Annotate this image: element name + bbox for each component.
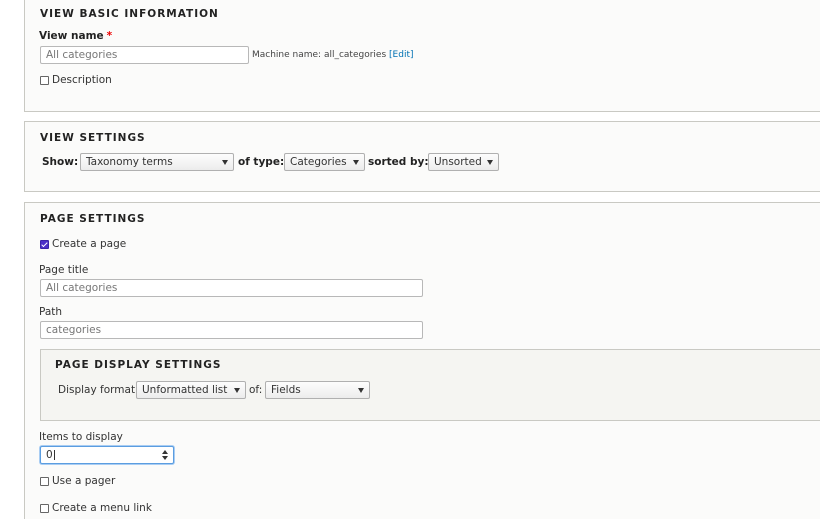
view-name-input[interactable]: All categories: [40, 46, 249, 64]
create-menu-link-checkbox[interactable]: [40, 504, 49, 513]
show-select-value: Taxonomy terms: [86, 156, 173, 168]
view-name-label-text: View name: [39, 30, 104, 42]
show-select[interactable]: Taxonomy terms: [80, 153, 234, 171]
display-format-value: Unformatted list: [142, 384, 228, 396]
views-wizard-form: VIEW BASIC INFORMATION View name * All ca…: [0, 0, 820, 519]
use-pager-checkbox[interactable]: [40, 477, 49, 486]
create-page-checkbox[interactable]: [40, 240, 49, 249]
items-to-display-input[interactable]: 0: [40, 446, 174, 464]
chevron-down-icon: [222, 160, 228, 165]
machine-name-text: Machine name: all_categories: [252, 50, 387, 60]
of-type-label: of type:: [238, 156, 285, 168]
chevron-down-icon: [234, 388, 240, 393]
page-settings-legend: PAGE SETTINGS: [40, 213, 146, 225]
chevron-down-icon: [487, 160, 493, 165]
display-format-label: Display format:: [58, 384, 139, 396]
page-display-legend: PAGE DISPLAY SETTINGS: [55, 359, 222, 371]
display-format-select[interactable]: Unformatted list: [136, 381, 246, 399]
view-settings-legend: VIEW SETTINGS: [40, 132, 146, 144]
create-page-label: Create a page: [52, 238, 127, 250]
machine-name-edit-link[interactable]: [Edit]: [389, 50, 413, 60]
path-input[interactable]: categories: [40, 321, 423, 339]
of-type-select-value: Categories: [290, 156, 347, 168]
page-title-label: Page title: [39, 264, 89, 276]
sorted-by-select-value: Unsorted: [434, 156, 482, 168]
use-pager-label: Use a pager: [52, 475, 116, 487]
chevron-down-icon: [358, 388, 364, 393]
required-mark: *: [106, 30, 113, 42]
page-title-input[interactable]: All categories: [40, 279, 423, 297]
sorted-by-label: sorted by:: [368, 156, 429, 168]
chevron-down-icon: [353, 160, 359, 165]
basic-info-legend: VIEW BASIC INFORMATION: [40, 8, 219, 20]
of-select[interactable]: Fields: [265, 381, 370, 399]
view-name-label: View name *: [39, 30, 112, 42]
items-value: 0: [46, 449, 53, 461]
sorted-by-select[interactable]: Unsorted: [428, 153, 499, 171]
path-label: Path: [39, 306, 63, 318]
spinner-down-icon: [162, 456, 168, 460]
of-select-value: Fields: [271, 384, 301, 396]
basic-info-fieldset: VIEW BASIC INFORMATION View name * All ca…: [24, 0, 820, 112]
of-label: of:: [249, 384, 263, 396]
page-settings-fieldset: PAGE SETTINGS Create a page Page title A…: [24, 202, 820, 519]
items-to-display-label: Items to display: [39, 431, 123, 443]
create-menu-link-label: Create a menu link: [52, 502, 152, 514]
description-checkbox[interactable]: [40, 76, 49, 85]
view-settings-fieldset: VIEW SETTINGS Show: Taxonomy terms of ty…: [24, 121, 820, 192]
of-type-select[interactable]: Categories: [284, 153, 365, 171]
spinner-up-icon: [162, 450, 168, 454]
description-label: Description: [52, 74, 112, 86]
spinner-arrows-icon[interactable]: [162, 450, 168, 460]
page-display-settings-fieldset: PAGE DISPLAY SETTINGS Display format: Un…: [40, 349, 820, 421]
machine-name: Machine name: all_categories [Edit]: [252, 50, 413, 60]
show-label: Show:: [42, 156, 79, 168]
text-cursor: [53, 450, 55, 460]
